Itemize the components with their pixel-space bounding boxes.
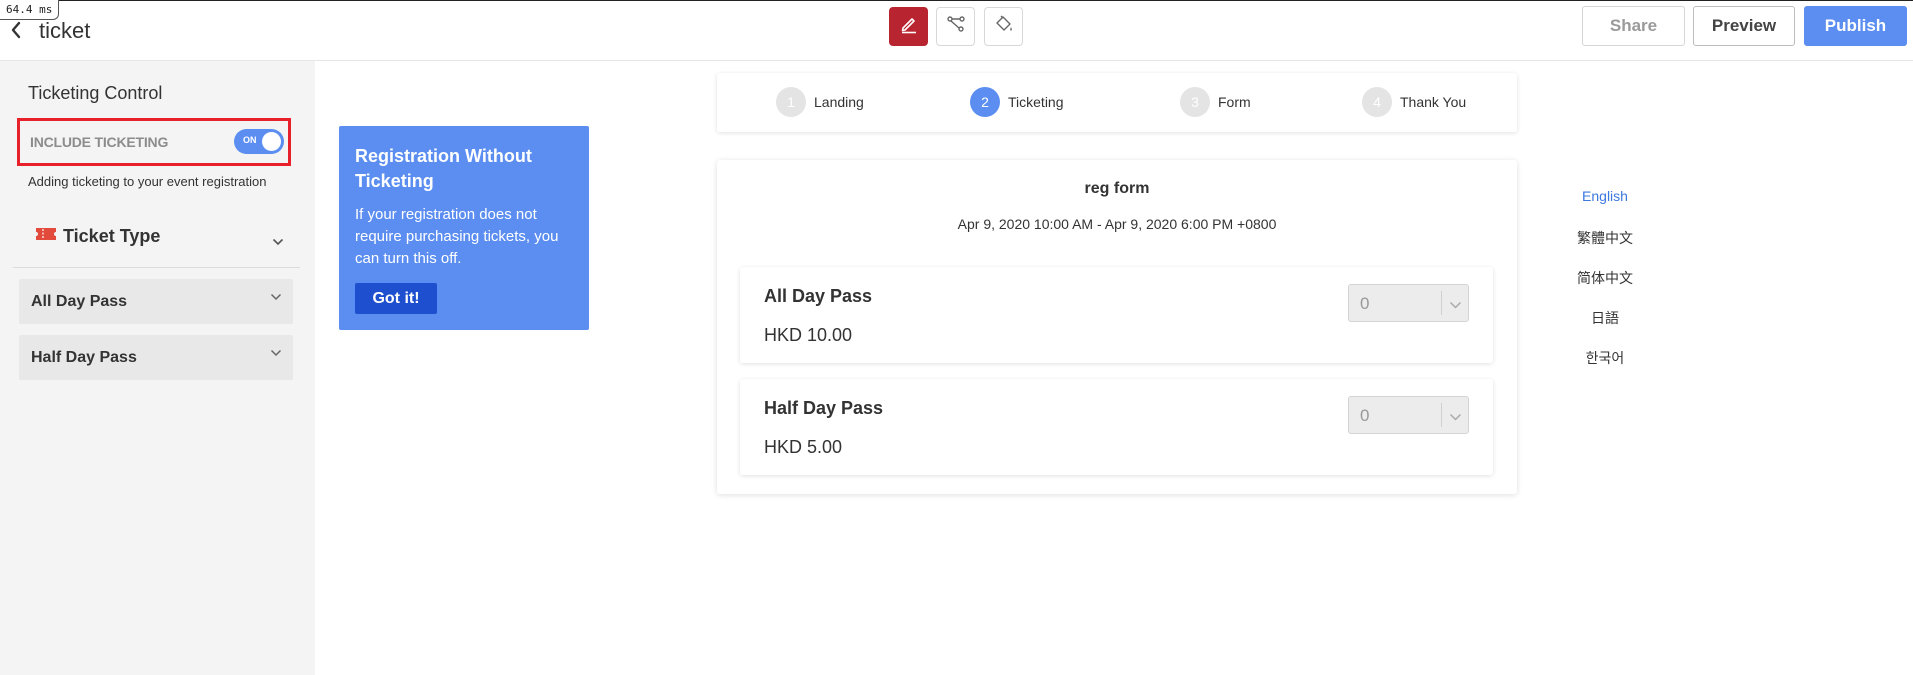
include-ticketing-toggle[interactable]: ON	[234, 129, 284, 154]
divider	[13, 267, 300, 268]
timing-badge: 64.4 ms	[0, 0, 60, 20]
publish-button[interactable]: Publish	[1804, 6, 1907, 46]
registration-form-card: reg form Apr 9, 2020 10:00 AM - Apr 9, 2…	[717, 160, 1517, 494]
tip-card: Registration Without Ticketing If your r…	[339, 126, 589, 330]
ticket-card-half-day-pass: Half Day Pass HKD 5.00 0	[740, 379, 1493, 475]
step-label: Form	[1218, 94, 1251, 110]
share-button[interactable]: Share	[1582, 6, 1685, 46]
tip-body: If your registration does not require pu…	[355, 206, 559, 267]
flow-tool-button[interactable]	[936, 7, 975, 46]
ticket-price: HKD 5.00	[764, 437, 843, 457]
step-label: Landing	[814, 94, 864, 110]
step-number: 2	[970, 87, 1000, 117]
quantity-value: 0	[1360, 294, 1370, 313]
step-progress: 1 Landing 2 Ticketing 3 Form 4 Thank You	[717, 73, 1517, 132]
form-title: reg form	[1084, 180, 1150, 197]
step-ticketing[interactable]: 2 Ticketing	[970, 87, 1064, 117]
sidebar-item-all-day-pass[interactable]: All Day Pass	[19, 279, 293, 324]
step-number: 3	[1180, 87, 1210, 117]
ticket-name: Half Day Pass	[764, 398, 884, 418]
preview-button[interactable]: Preview	[1693, 6, 1795, 46]
step-thank-you[interactable]: 4 Thank You	[1362, 87, 1466, 117]
step-form[interactable]: 3 Form	[1180, 87, 1251, 117]
pencil-icon	[899, 14, 919, 39]
ticket-price: HKD 10.00	[764, 325, 853, 345]
chevron-down-icon	[270, 344, 282, 362]
divider	[1441, 291, 1442, 315]
step-landing[interactable]: 1 Landing	[776, 87, 864, 117]
step-number: 1	[776, 87, 806, 117]
ticket-name: All Day Pass	[764, 286, 873, 306]
pass-label: All Day Pass	[31, 293, 128, 310]
event-date: Apr 9, 2020 10:00 AM - Apr 9, 2020 6:00 …	[957, 216, 1277, 232]
language-korean[interactable]: 한국어	[1560, 348, 1650, 368]
toggle-knob	[262, 132, 281, 151]
toggle-state-text: ON	[243, 135, 257, 145]
pass-label: Half Day Pass	[31, 349, 137, 366]
quantity-select[interactable]: 0	[1348, 284, 1469, 322]
language-simplified-chinese[interactable]: 简体中文	[1560, 268, 1650, 288]
chevron-down-icon	[270, 288, 282, 306]
sidebar-title: Ticketing Control	[28, 83, 163, 103]
got-it-button[interactable]: Got it!	[355, 283, 437, 314]
include-ticketing-row: INCLUDE TICKETING ON	[17, 118, 291, 166]
ticket-type-label: Ticket Type	[63, 226, 161, 246]
tip-title: Registration Without Ticketing	[355, 146, 532, 191]
ticket-icon	[35, 226, 57, 247]
paint-bucket-icon	[994, 14, 1014, 39]
page-title: ticket	[39, 18, 91, 43]
ticketing-sidebar: Ticketing Control INCLUDE TICKETING ON A…	[0, 61, 315, 675]
sidebar-item-half-day-pass[interactable]: Half Day Pass	[19, 335, 293, 380]
paint-tool-button[interactable]	[984, 7, 1023, 46]
top-bar: ticket Share Preview Publish	[0, 0, 1913, 61]
include-ticketing-label: INCLUDE TICKETING	[30, 134, 169, 150]
quantity-select[interactable]: 0	[1348, 396, 1469, 434]
ticket-type-header[interactable]: Ticket Type	[35, 226, 160, 247]
language-japanese[interactable]: 日語	[1560, 308, 1650, 328]
step-number: 4	[1362, 87, 1392, 117]
divider	[1441, 403, 1442, 427]
back-arrow-icon[interactable]	[10, 21, 22, 39]
include-ticketing-description: Adding ticketing to your event registrat…	[28, 174, 267, 189]
step-label: Ticketing	[1008, 94, 1064, 110]
language-traditional-chinese[interactable]: 繁體中文	[1560, 228, 1650, 248]
chevron-down-icon[interactable]	[272, 233, 284, 251]
flow-icon	[946, 14, 966, 39]
chevron-down-icon	[1449, 297, 1462, 315]
chevron-down-icon	[1449, 409, 1462, 427]
edit-tool-button[interactable]	[889, 7, 928, 46]
quantity-value: 0	[1360, 406, 1370, 425]
step-label: Thank You	[1400, 94, 1467, 110]
language-english[interactable]: English	[1560, 188, 1650, 204]
ticket-card-all-day-pass: All Day Pass HKD 10.00 0	[740, 267, 1493, 363]
